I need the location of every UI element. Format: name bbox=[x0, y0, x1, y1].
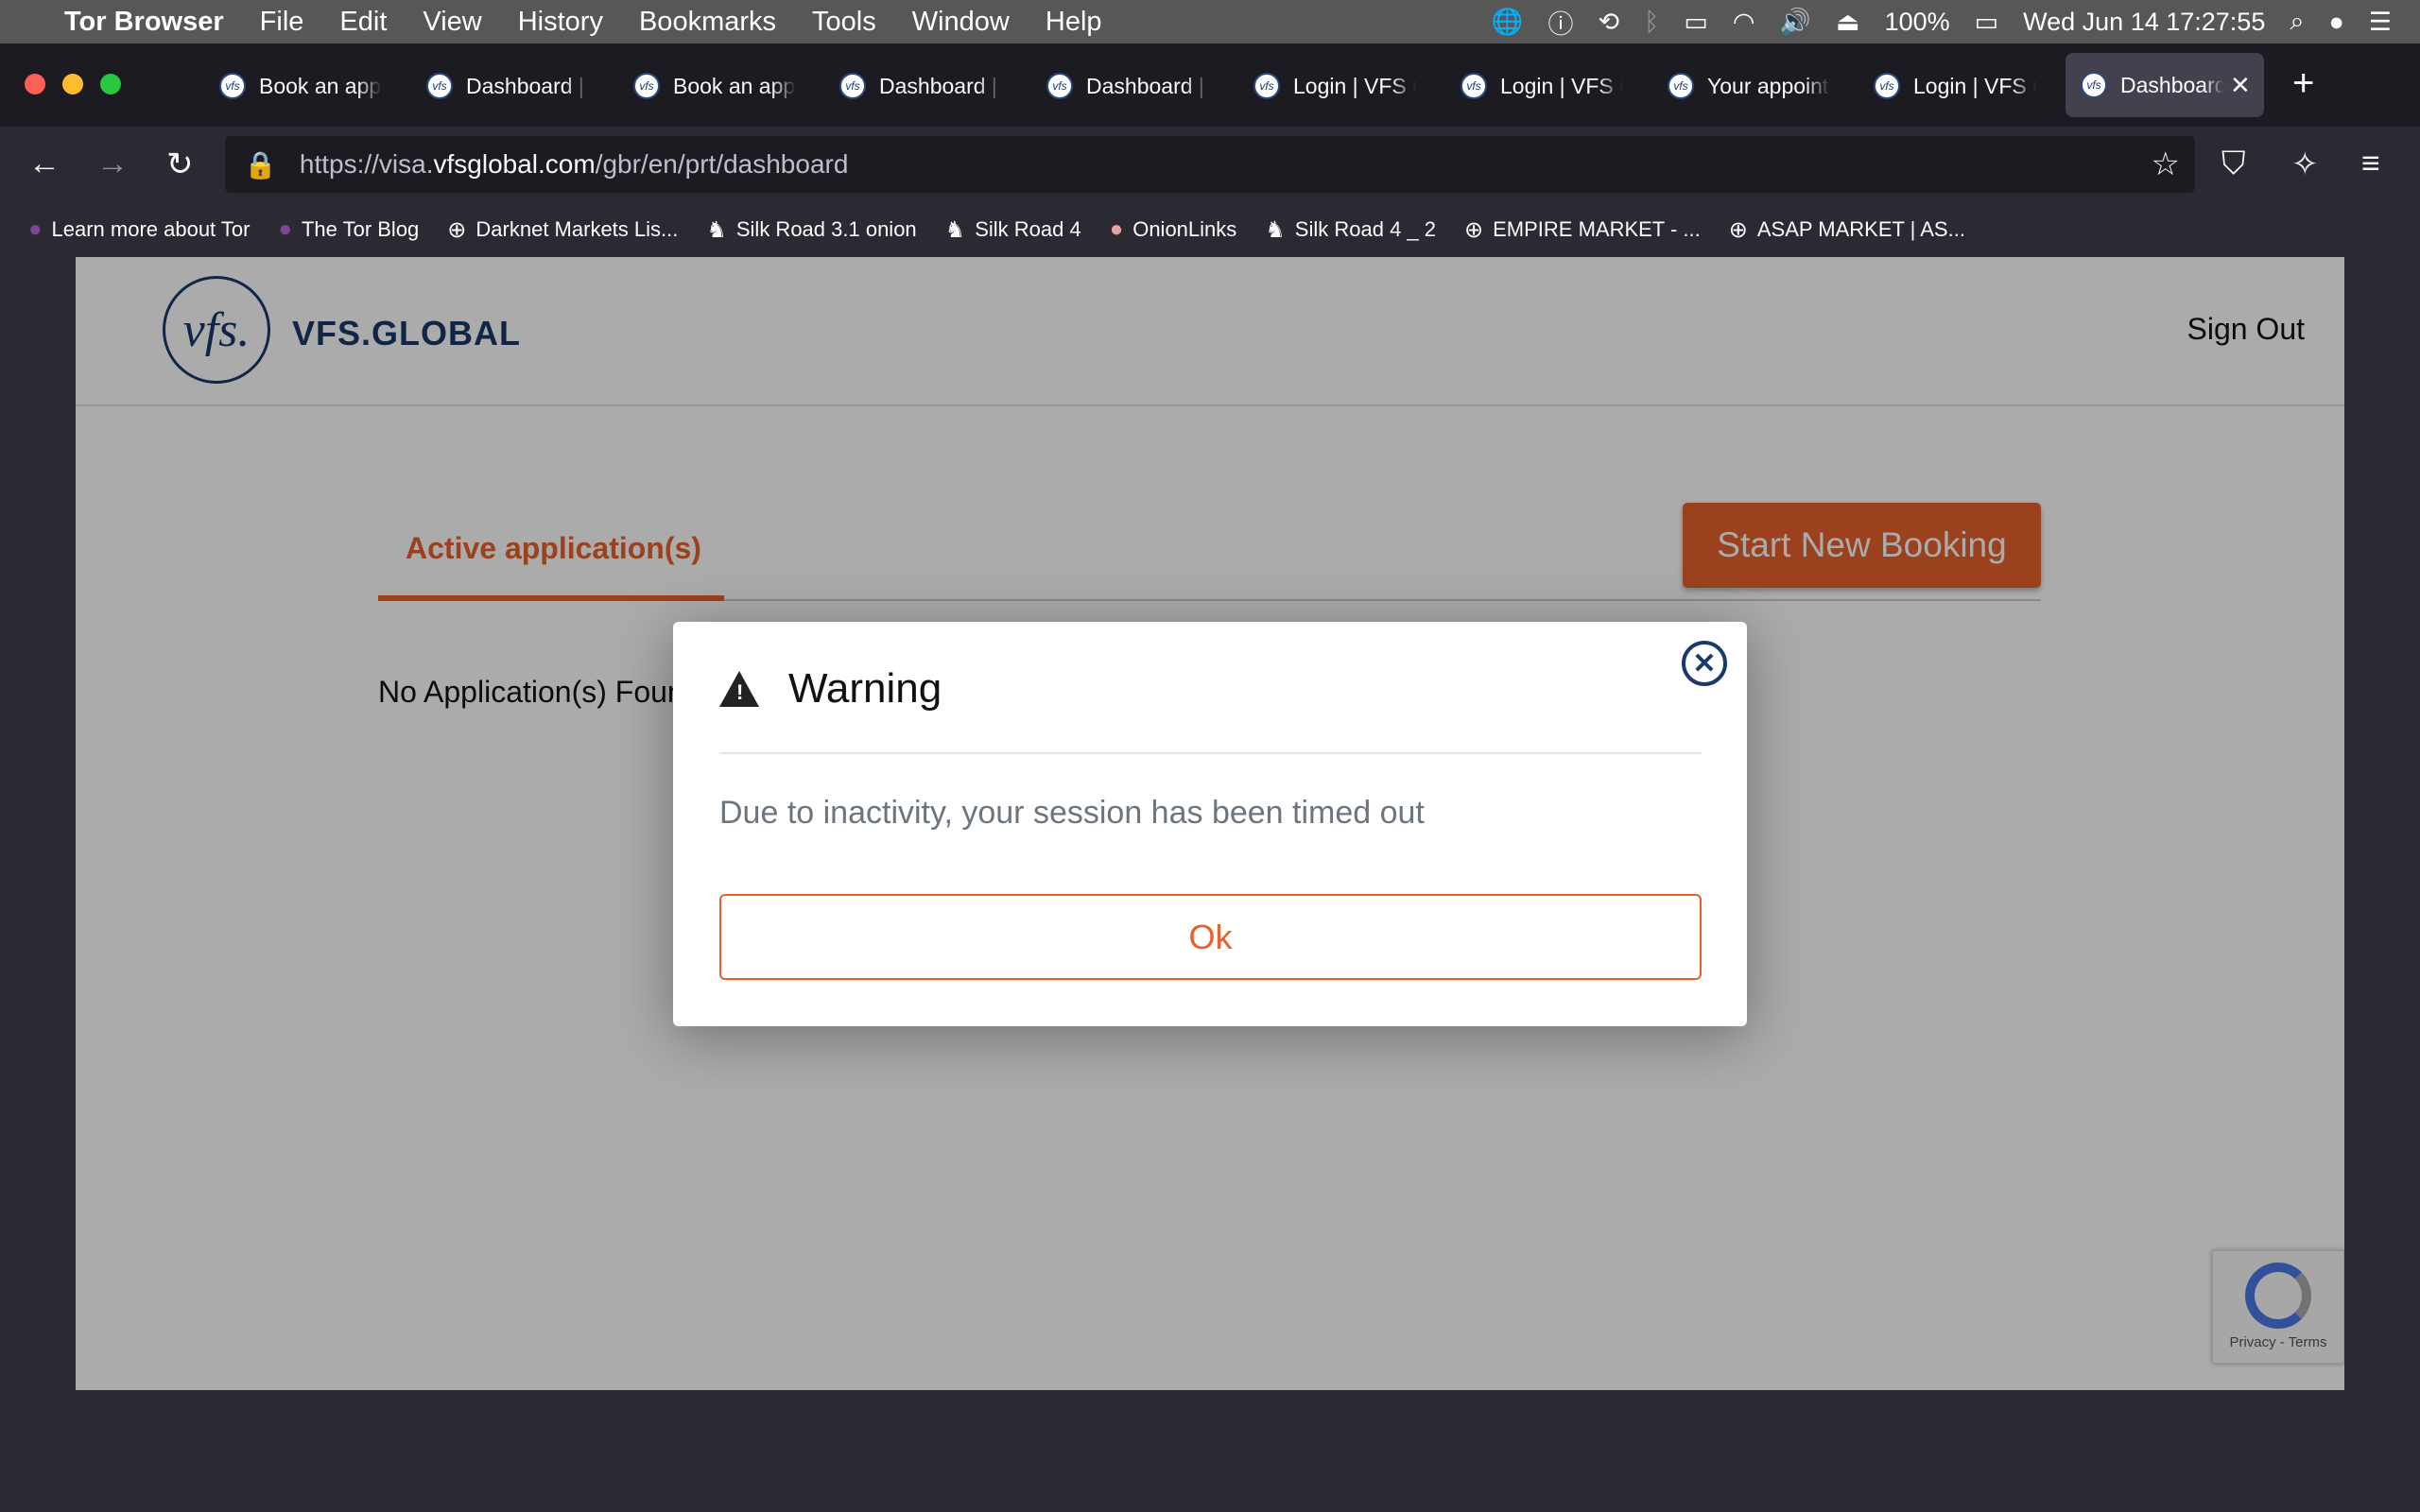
zoom-window-button[interactable] bbox=[100, 74, 121, 94]
url-bar[interactable]: 🔒 https://visa. vfsglobal.com/gbr/en/prt/… bbox=[225, 136, 2195, 193]
browser-tab[interactable]: vfs Dashboard | bbox=[1046, 62, 1245, 110]
browser-tab[interactable]: vfs Login | VFS G bbox=[1461, 62, 1659, 110]
eject-icon[interactable]: ⏏ bbox=[1836, 8, 1860, 37]
vfs-favicon-icon: vfs bbox=[1668, 73, 1694, 99]
back-icon[interactable]: ← bbox=[28, 146, 60, 182]
menu-view[interactable]: View bbox=[423, 7, 481, 38]
menu-bookmarks[interactable]: Bookmarks bbox=[639, 7, 776, 38]
vfs-favicon-icon: vfs bbox=[839, 73, 866, 99]
reload-icon[interactable]: ↻ bbox=[166, 146, 194, 183]
browser-tab[interactable]: vfs Dashboard | bbox=[839, 62, 1038, 110]
browser-tab[interactable]: vfs Your appoint bbox=[1668, 62, 1866, 110]
close-window-button[interactable] bbox=[25, 74, 45, 94]
menu-edit[interactable]: Edit bbox=[339, 7, 387, 38]
bookmark-item[interactable]: ⊕ Darknet Markets Lis... bbox=[447, 216, 678, 244]
globe-icon: ⊕ bbox=[447, 216, 467, 243]
browser-tab[interactable]: vfs Book an app bbox=[219, 62, 418, 110]
warning-dialog: ! Warning ✕ Due to inactivity, your sess… bbox=[673, 622, 1747, 1026]
menu-history[interactable]: History bbox=[518, 7, 603, 38]
vfs-favicon-icon: vfs bbox=[1046, 73, 1073, 99]
battery-icon[interactable]: ▭ bbox=[1975, 8, 1999, 37]
forward-icon[interactable]: → bbox=[96, 146, 129, 182]
spotlight-icon[interactable]: ⌕ bbox=[2290, 7, 2304, 37]
tor-onion-icon: ● bbox=[28, 216, 43, 242]
new-identity-icon[interactable]: ✧ bbox=[2291, 146, 2319, 183]
silk-road-icon: ♞ bbox=[706, 216, 727, 243]
bookmark-item[interactable]: ● Learn more about Tor bbox=[28, 216, 250, 243]
url-host: vfsglobal.com bbox=[433, 149, 596, 179]
silk-road-icon: ♞ bbox=[1265, 216, 1286, 243]
bookmark-item[interactable]: ● OnionLinks bbox=[1110, 216, 1237, 243]
bookmarks-toolbar: ● Learn more about Tor ● The Tor Blog ⊕ Dar… bbox=[0, 204, 2420, 255]
browser-tab[interactable]: vfs Login | VFS G bbox=[1253, 62, 1452, 110]
time-machine-icon[interactable]: ⟲ bbox=[1599, 8, 1620, 37]
dialog-title: Warning bbox=[788, 665, 942, 712]
warning-icon: ! bbox=[719, 671, 759, 707]
clock[interactable]: Wed Jun 14 17:27:55 bbox=[2023, 8, 2265, 37]
airplay-icon[interactable]: ▭ bbox=[1684, 8, 1708, 37]
menu-window[interactable]: Window bbox=[912, 7, 1010, 38]
bookmark-item[interactable]: ♞ Silk Road 4 bbox=[945, 216, 1081, 244]
url-path: /gbr/en/prt/dashboard bbox=[595, 149, 849, 179]
accessibility-icon[interactable]: ⓘ bbox=[1548, 4, 1574, 41]
control-center-icon[interactable]: ☰ bbox=[2369, 8, 2392, 37]
wifi-icon[interactable]: ◠ bbox=[1733, 8, 1755, 37]
onion-icon: ● bbox=[1109, 216, 1124, 242]
menu-tools[interactable]: Tools bbox=[812, 7, 876, 38]
globe-icon: ⊕ bbox=[1464, 216, 1484, 243]
url-prefix: https://visa. bbox=[299, 149, 434, 179]
bookmark-item[interactable]: ♞ Silk Road 4 _ 2 bbox=[1265, 216, 1436, 244]
vfs-favicon-icon: vfs bbox=[219, 73, 246, 99]
user-icon[interactable]: ● bbox=[2328, 8, 2343, 37]
menu-file[interactable]: File bbox=[260, 7, 304, 38]
browser-tab-active[interactable]: vfs Dashboard ✕ bbox=[2066, 53, 2264, 117]
tab-bar: vfs Book an app vfs Dashboard | vfs Book an… bbox=[0, 43, 2420, 127]
browser-tab[interactable]: vfs Login | VFS G bbox=[1874, 62, 2072, 110]
navigation-bar: ← → ↻ 🔒 https://visa. vfsglobal.com/gbr/e… bbox=[0, 127, 2420, 204]
vfs-favicon-icon: vfs bbox=[426, 73, 453, 99]
vfs-favicon-icon: vfs bbox=[1253, 73, 1280, 99]
vfs-favicon-icon: vfs bbox=[2081, 72, 2107, 98]
new-tab-button[interactable]: + bbox=[2292, 62, 2314, 105]
bookmark-item[interactable]: ♞ Silk Road 3.1 onion bbox=[706, 216, 916, 244]
menu-help[interactable]: Help bbox=[1046, 7, 1102, 38]
dialog-divider bbox=[719, 752, 1702, 754]
globe-icon: ⊕ bbox=[1728, 216, 1748, 243]
vfs-favicon-icon: vfs bbox=[1461, 73, 1487, 99]
ok-button[interactable]: Ok bbox=[719, 894, 1702, 980]
globe-icon[interactable]: 🌐 bbox=[1492, 7, 1524, 37]
bookmark-star-icon[interactable]: ☆ bbox=[2152, 146, 2180, 183]
bookmark-item[interactable]: ● The Tor Blog bbox=[278, 216, 419, 243]
vfs-favicon-icon: vfs bbox=[633, 73, 660, 99]
menu-app-name[interactable]: Tor Browser bbox=[64, 7, 224, 38]
silk-road-icon: ♞ bbox=[944, 216, 966, 243]
browser-tab[interactable]: vfs Dashboard | bbox=[426, 62, 625, 110]
browser-tab[interactable]: vfs Book an app bbox=[633, 62, 832, 110]
volume-icon[interactable]: 🔊 bbox=[1779, 7, 1811, 37]
bookmark-item[interactable]: ⊕ ASAP MARKET | AS... bbox=[1729, 216, 1965, 244]
bookmark-item[interactable]: ⊕ EMPIRE MARKET - ... bbox=[1464, 216, 1701, 244]
battery-percent: 100% bbox=[1884, 7, 1950, 36]
shield-icon[interactable]: ⛉ bbox=[2221, 146, 2246, 182]
app-menu-icon[interactable]: ≡ bbox=[2361, 146, 2380, 182]
vfs-favicon-icon: vfs bbox=[1874, 73, 1900, 99]
lock-icon[interactable]: 🔒 bbox=[244, 149, 277, 180]
close-tab-icon[interactable]: ✕ bbox=[2230, 71, 2251, 100]
bluetooth-icon[interactable]: ᛒ bbox=[1644, 8, 1659, 37]
tor-onion-icon: ● bbox=[278, 216, 292, 242]
macos-menu-bar: Tor Browser File Edit View History Bookm… bbox=[0, 0, 2420, 43]
dialog-message: Due to inactivity, your session has been… bbox=[719, 795, 1425, 831]
minimize-window-button[interactable] bbox=[62, 74, 83, 94]
close-icon[interactable]: ✕ bbox=[1682, 641, 1727, 686]
